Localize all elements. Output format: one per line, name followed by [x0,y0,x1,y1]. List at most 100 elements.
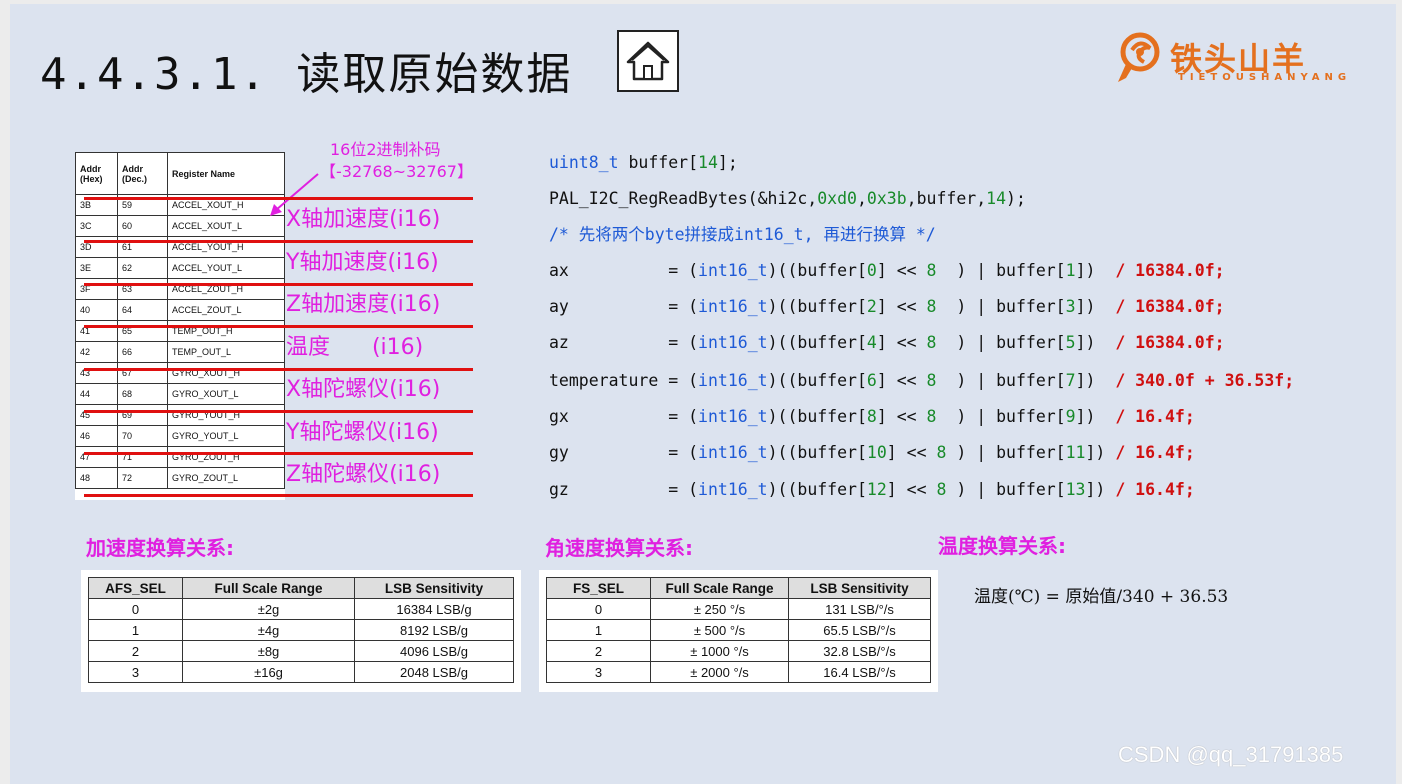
code-type: int16_t [698,407,768,426]
register-name-cell: GYRO_YOUT_H [167,404,285,426]
sensitivity-cell: 2048 LSB/g [354,661,514,683]
axis-group-label: X轴加速度(i16) [286,207,441,232]
code-number: 6 [866,371,877,390]
gyro-section-heading: 角速度换算关系: [545,536,693,560]
code-line-assignment: gz = (int16_t)((buffer[12] << 8 ) | buff… [549,480,1195,499]
addr-hex-cell: 47 [75,446,118,468]
code-spacing [946,480,956,499]
code-text: ,buffer, [906,189,987,208]
home-icon [626,41,670,81]
register-name-cell: ACCEL_YOUT_L [167,257,285,279]
code-number: 8 [936,480,947,499]
register-name-cell: GYRO_YOUT_L [167,425,285,447]
code-scale: / 16384.0f; [1115,297,1225,316]
header-lsb-sensitivity: LSB Sensitivity [788,577,931,599]
sel-cell: 0 [88,598,183,620]
code-number: 8 [926,333,937,352]
code-line-buffer-decl: uint8_t buffer[14]; [549,152,738,174]
range-cell: ±2g [182,598,355,620]
addr-dec-cell: 67 [117,362,168,384]
range-cell: ±4g [182,619,355,641]
code-variable: gy [549,443,659,462]
code-variable: temperature [549,371,659,390]
addr-dec-cell: 70 [117,425,168,447]
group-separator [84,325,473,328]
addr-hex-cell: 3E [75,257,118,279]
code-spacing [1095,261,1105,280]
temperature-formula: 温度(℃) = 原始值/340 + 36.53 [974,587,1229,607]
group-separator [84,368,473,371]
code-scale: / 16.4f; [1115,407,1195,426]
addr-dec-cell: 72 [117,467,168,489]
logo: 铁头山羊 TIETOUSHANYANG [1114,30,1364,88]
accel-table-panel: AFS_SEL Full Scale Range LSB Sensitivity… [81,570,521,692]
axis-group-label: Z轴陀螺仪(i16) [286,462,441,487]
group-separator [84,494,473,497]
code-text: buffer[ [618,153,699,172]
header-afs-sel: AFS_SEL [88,577,183,599]
home-button[interactable] [617,30,679,92]
code-spacing [1095,407,1105,426]
code-line-assignment: temperature = (int16_t)((buffer[6] << 8 … [549,371,1295,390]
table-row: 3 ± 2000 °/s 16.4 LSB/°/s [546,661,931,683]
code-line-assignment: az = (int16_t)((buffer[4] << 8 ) | buffe… [549,333,1225,352]
code-spacing [1095,297,1105,316]
code-scale: / 16.4f; [1115,480,1195,499]
accel-section-heading: 加速度换算关系: [86,536,234,560]
code-text: PAL_I2C_RegReadBytes(&hi2c, [549,189,818,208]
header-lsb-sensitivity: LSB Sensitivity [354,577,514,599]
addr-dec-cell: 71 [117,446,168,468]
page-title: 4.4.3.1. 读取原始数据 [40,49,573,100]
code-variable: ay [549,297,659,316]
table-row: 1 ± 500 °/s 65.5 LSB/°/s [546,619,931,641]
table-row: 46 70 GYRO_YOUT_L [75,425,285,447]
temp-section-heading: 温度换算关系: [938,534,1066,558]
range-cell: ± 500 °/s [650,619,789,641]
addr-dec-cell: 69 [117,404,168,426]
code-number: 8 [866,407,877,426]
code-number: 8 [926,297,937,316]
addr-hex-cell: 40 [75,299,118,321]
group-separator [84,410,473,413]
code-scale: / 16384.0f; [1115,333,1225,352]
addr-hex-cell: 3F [75,278,118,300]
table-row: 45 69 GYRO_YOUT_H [75,404,285,426]
axis-group-label: Y轴陀螺仪(i16) [286,420,439,445]
code-number: 2 [866,297,877,316]
code-spacing [936,297,956,316]
code-type: uint8_t [549,153,619,172]
code-number: 8 [926,407,937,426]
code-number: 8 [926,261,937,280]
header-full-scale-range: Full Scale Range [182,577,355,599]
range-cell: ±8g [182,640,355,662]
register-name-cell: GYRO_ZOUT_H [167,446,285,468]
table-row: 1 ±4g 8192 LSB/g [88,619,514,641]
code-line-assignment: gx = (int16_t)((buffer[8] << 8 ) | buffe… [549,407,1195,426]
table-row: 42 66 TEMP_OUT_L [75,341,285,363]
code-scale: / 16384.0f; [1115,261,1225,280]
sensitivity-cell: 16384 LSB/g [354,598,514,620]
accel-sensitivity-table: AFS_SEL Full Scale Range LSB Sensitivity… [88,577,514,683]
code-number: 1 [1065,261,1076,280]
gyro-table-header: FS_SEL Full Scale Range LSB Sensitivity [546,577,931,599]
code-spacing [936,407,956,426]
addr-hex-cell: 43 [75,362,118,384]
code-comment: /* 先将两个byte拼接成int16_t, 再进行换算 */ [549,225,936,244]
code-type: int16_t [698,297,768,316]
table-row: 3C 60 ACCEL_XOUT_L [75,215,285,237]
code-line-read-bytes: PAL_I2C_RegReadBytes(&hi2c,0xd0,0x3b,buf… [549,189,1026,208]
code-number: 7 [1065,371,1076,390]
addr-hex-cell: 48 [75,467,118,489]
code-number: 0xd0 [817,189,857,208]
range-cell: ±16g [182,661,355,683]
table-row: 2 ±8g 4096 LSB/g [88,640,514,662]
range-cell: ± 250 °/s [650,598,789,620]
sel-cell: 1 [546,619,651,641]
code-type: int16_t [698,480,768,499]
code-spacing [1095,333,1105,352]
addr-hex-cell: 44 [75,383,118,405]
code-number: 14 [986,189,1007,208]
sensitivity-cell: 32.8 LSB/°/s [788,640,931,662]
table-row: 44 68 GYRO_XOUT_L [75,383,285,405]
register-table: Addr (Hex) Addr (Dec.) Register Name 3B 5… [75,152,285,489]
